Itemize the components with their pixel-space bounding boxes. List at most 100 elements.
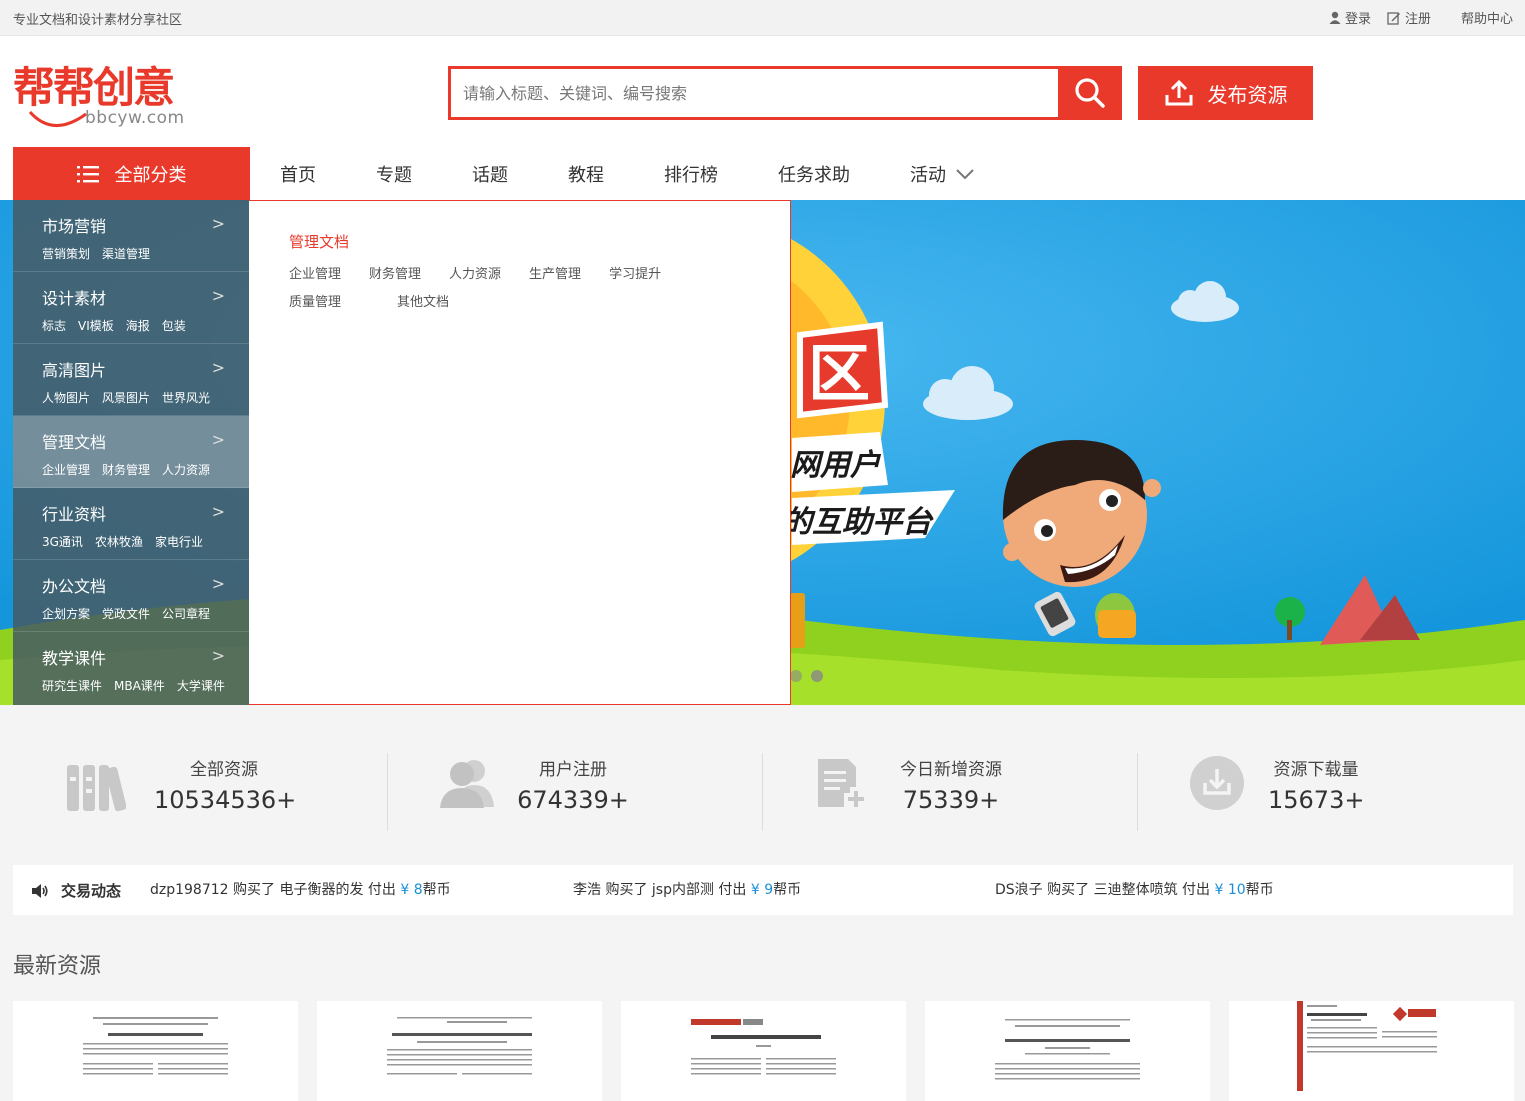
- chevron-down-icon: [956, 168, 974, 179]
- sidebar-sub-link[interactable]: 党政文件: [102, 605, 150, 622]
- ticker-text: dzp198712 购买了 电子衡器的发 付出: [150, 882, 401, 898]
- sidebar-sub-link[interactable]: 风景图片: [102, 389, 150, 406]
- sidebar-sub-link[interactable]: 人力资源: [162, 461, 210, 478]
- sidebar-subcategories: 标志 VI模板 海报 包装: [42, 317, 250, 334]
- stat-user-registrations: 用户注册 674339+: [508, 755, 638, 833]
- flyout-title[interactable]: 管理文档: [289, 231, 349, 252]
- document-thumbnail: [83, 1017, 228, 1075]
- sidebar-sub-link[interactable]: 家电行业: [155, 533, 203, 550]
- search-icon: [1075, 78, 1105, 108]
- speaker-icon: [32, 883, 48, 898]
- sidebar-sub-link[interactable]: 人物图片: [42, 389, 90, 406]
- divider: [1137, 753, 1138, 831]
- register-label: 注册: [1404, 12, 1431, 27]
- sidebar-sub-link[interactable]: 包装: [162, 317, 186, 334]
- sidebar-subcategories: 营销策划 渠道管理: [42, 245, 250, 262]
- nav-activities[interactable]: 活动: [910, 161, 974, 187]
- nav-rankings[interactable]: 排行榜: [664, 161, 778, 187]
- flyout-link[interactable]: 生产管理: [529, 263, 581, 282]
- flyout-link[interactable]: 人力资源: [449, 263, 501, 282]
- download-icon: [1190, 756, 1244, 810]
- flyout-link[interactable]: 学习提升: [609, 263, 661, 282]
- all-categories-button[interactable]: 全部分类: [13, 147, 250, 200]
- ticker-item[interactable]: 李浩 购买了 jsp内部测 付出 ¥ 9帮币: [573, 879, 801, 899]
- sidebar-sub-link[interactable]: VI模板: [78, 317, 114, 334]
- document-thumbnail: [995, 1019, 1140, 1080]
- sidebar-subcategories: 3G通讯 农林牧渔 家电行业: [42, 533, 250, 550]
- publish-resource-button[interactable]: 发布资源: [1138, 66, 1313, 120]
- stat-new-resources-today: 今日新增资源 75339+: [895, 755, 1007, 833]
- logo-domain: bbcyw.com: [85, 108, 185, 128]
- nav-home[interactable]: 首页: [280, 161, 376, 187]
- sidebar-sub-link[interactable]: 3G通讯: [42, 533, 83, 550]
- nav-task-help[interactable]: 任务求助: [778, 161, 910, 187]
- resource-card[interactable]: [621, 1001, 906, 1101]
- ticker-price: ¥ 10: [1214, 882, 1246, 898]
- stats-section: 全部资源 10534536+ 用户注册 674339+ 今日新增资源 75339…: [0, 705, 1525, 865]
- ticker-item[interactable]: dzp198712 购买了 电子衡器的发 付出 ¥ 8帮币: [150, 879, 451, 899]
- resource-card[interactable]: [925, 1001, 1210, 1101]
- sidebar-item-courseware[interactable]: 教学课件 研究生课件 MBA课件 大学课件 >: [13, 632, 250, 704]
- sidebar-sub-link[interactable]: 标志: [42, 317, 66, 334]
- document-thumbnail: [691, 1019, 836, 1075]
- users-icon: [440, 760, 494, 808]
- latest-resources-list: [13, 1001, 1514, 1101]
- stat-value: 674339+: [517, 786, 629, 814]
- sidebar-item-images[interactable]: 高清图片 人物图片 风景图片 世界风光 >: [13, 344, 250, 416]
- resource-card[interactable]: [317, 1001, 602, 1101]
- ticker-item[interactable]: DS浪子 购买了 三迪整体喷筑 付出 ¥ 10帮币: [995, 879, 1274, 899]
- search-box: [448, 66, 1122, 120]
- nav-discussions[interactable]: 话题: [472, 161, 568, 187]
- sidebar-sub-link[interactable]: 公司章程: [162, 605, 210, 622]
- sidebar-subcategories: 人物图片 风景图片 世界风光: [42, 389, 250, 406]
- ticker-unit: 帮币: [773, 882, 802, 898]
- register-link[interactable]: 注册: [1387, 8, 1431, 27]
- divider: [762, 753, 763, 831]
- flyout-link-label: 质量管理: [289, 295, 342, 310]
- sidebar-item-office-docs[interactable]: 办公文档 企划方案 党政文件 公司章程 >: [13, 560, 250, 632]
- sidebar-sub-link[interactable]: MBA课件: [114, 677, 165, 694]
- sidebar-sub-link[interactable]: 大学课件: [177, 677, 225, 694]
- flyout-links: 企业管理 财务管理 人力资源 生产管理 学习提升 质量管理 其他文档: [289, 263, 729, 310]
- chevron-right-icon: >: [211, 430, 225, 449]
- flyout-link[interactable]: 财务管理: [369, 263, 421, 282]
- top-links: 登录 注册 帮助中心: [1329, 8, 1513, 27]
- sidebar-sub-link[interactable]: 研究生课件: [42, 677, 102, 694]
- sidebar-sub-link[interactable]: 财务管理: [102, 461, 150, 478]
- top-bar: 专业文档和设计素材分享社区 登录 注册 帮助中心: [0, 0, 1525, 36]
- sidebar-sub-link[interactable]: 农林牧渔: [95, 533, 143, 550]
- chevron-right-icon: >: [211, 214, 225, 233]
- sidebar-sub-link[interactable]: 营销策划: [42, 245, 90, 262]
- sidebar-item-management-docs[interactable]: 管理文档 企业管理 财务管理 人力资源 >: [13, 416, 250, 488]
- help-center-link[interactable]: 帮助中心: [1461, 8, 1513, 27]
- search-button[interactable]: [1058, 66, 1122, 120]
- doc-add-icon: [818, 759, 864, 807]
- site-slogan: 专业文档和设计素材分享社区: [13, 13, 183, 28]
- sidebar-sub-link[interactable]: 世界风光: [162, 389, 210, 406]
- sidebar-subcategories: 研究生课件 MBA课件 大学课件: [42, 677, 250, 694]
- sidebar-sub-link[interactable]: 渠道管理: [102, 245, 150, 262]
- stat-all-resources: 全部资源 10534536+: [154, 755, 296, 833]
- resource-card[interactable]: [1229, 1001, 1514, 1101]
- ticker-text: 李浩 购买了 jsp内部测 付出: [573, 882, 751, 898]
- upload-icon: [1165, 79, 1192, 106]
- login-link[interactable]: 登录: [1329, 8, 1371, 27]
- flyout-link[interactable]: 质量管理 其他文档: [289, 291, 701, 310]
- books-icon: [67, 765, 126, 812]
- resource-card[interactable]: [13, 1001, 298, 1101]
- search-input[interactable]: [451, 69, 1056, 117]
- sidebar-sub-link[interactable]: 企划方案: [42, 605, 90, 622]
- sidebar-sub-link[interactable]: 企业管理: [42, 461, 90, 478]
- sidebar-item-marketing[interactable]: 市场营销 营销策划 渠道管理 >: [13, 200, 250, 272]
- document-thumbnail: [387, 1017, 532, 1075]
- nav-activities-label: 活动: [910, 164, 946, 186]
- flyout-link[interactable]: 企业管理: [289, 263, 341, 282]
- sidebar-sub-link[interactable]: 海报: [126, 317, 150, 334]
- nav-tutorials[interactable]: 教程: [568, 161, 664, 187]
- banner-text-3: 的互助平台: [782, 505, 934, 540]
- flyout-link[interactable]: 其他文档: [397, 291, 449, 310]
- stat-label: 全部资源: [190, 760, 258, 780]
- sidebar-item-design[interactable]: 设计素材 标志 VI模板 海报 包装 >: [13, 272, 250, 344]
- sidebar-item-industry[interactable]: 行业资料 3G通讯 农林牧渔 家电行业 >: [13, 488, 250, 560]
- nav-topics[interactable]: 专题: [376, 161, 472, 187]
